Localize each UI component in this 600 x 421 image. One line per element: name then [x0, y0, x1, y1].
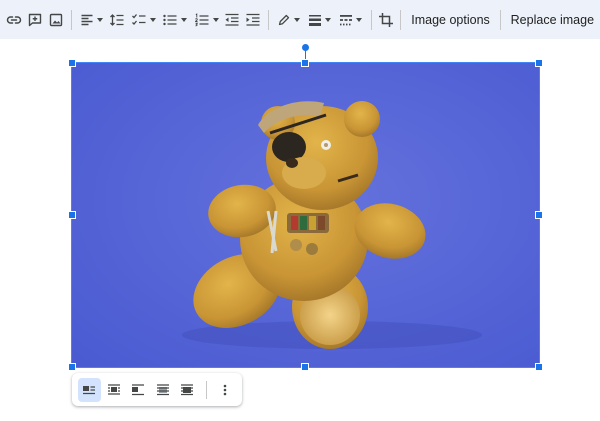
- toolbar-divider: [400, 9, 402, 30]
- behind-text-button[interactable]: [152, 378, 175, 402]
- toolbar-divider: [70, 9, 72, 30]
- insert-image-icon: [50, 13, 63, 26]
- crop-button[interactable]: [375, 6, 396, 34]
- crop-icon: [378, 12, 393, 27]
- resize-handle-bottom-left[interactable]: [68, 363, 76, 371]
- wrap-text-icon: [107, 383, 120, 395]
- toolbar-divider: [370, 9, 372, 30]
- wrap-toolbar-divider: [205, 380, 207, 399]
- border-weight-button[interactable]: [304, 6, 335, 34]
- line-spacing-icon: [110, 13, 124, 26]
- chevron-down-icon: [356, 17, 363, 22]
- bulleted-list-icon: [163, 14, 177, 25]
- resize-handle-bottom-right[interactable]: [535, 363, 543, 371]
- chevron-down-icon: [212, 17, 219, 22]
- image-toolbar: Image options Replace image: [0, 0, 600, 39]
- resize-handle-middle-right[interactable]: [535, 211, 543, 219]
- border-dash-icon: [340, 14, 353, 25]
- align-button[interactable]: [76, 6, 107, 34]
- increase-indent-icon: [246, 13, 260, 26]
- chevron-down-icon: [96, 17, 103, 22]
- break-text-icon: [132, 383, 145, 395]
- decrease-indent-icon: [225, 13, 239, 26]
- more-options-button[interactable]: [214, 378, 237, 402]
- chevron-down-icon: [293, 17, 300, 22]
- decrease-indent-button[interactable]: [222, 6, 243, 34]
- image-wrap-toolbar: [72, 373, 242, 406]
- resize-handle-bottom-center[interactable]: [301, 363, 309, 371]
- link-icon: [7, 15, 22, 24]
- numbered-list-icon: [194, 12, 209, 26]
- resize-handle-top-left[interactable]: [68, 59, 76, 67]
- insert-image-button[interactable]: [46, 6, 67, 34]
- teddy-bear-photo: [72, 63, 539, 367]
- checklist-icon: [132, 13, 146, 25]
- resize-handle-top-center[interactable]: [301, 59, 309, 67]
- align-left-icon: [81, 14, 93, 25]
- chevron-down-icon: [325, 17, 332, 22]
- in-front-of-text-icon: [181, 383, 194, 395]
- border-color-button[interactable]: [273, 6, 304, 34]
- resize-handle-top-right[interactable]: [535, 59, 543, 67]
- border-weight-icon: [309, 14, 322, 26]
- in-front-of-text-button[interactable]: [176, 378, 199, 402]
- toolbar-divider: [499, 9, 501, 30]
- behind-text-icon: [156, 383, 169, 395]
- link-button[interactable]: [4, 6, 25, 34]
- numbered-list-button[interactable]: [191, 6, 222, 34]
- image-options-button[interactable]: Image options: [405, 6, 496, 34]
- selected-image[interactable]: [71, 62, 540, 368]
- add-comment-icon: [29, 13, 42, 26]
- chevron-down-icon: [150, 17, 157, 22]
- border-color-icon: [278, 14, 289, 25]
- replace-image-button[interactable]: Replace image: [505, 6, 600, 34]
- toolbar-divider: [267, 9, 269, 30]
- bulleted-list-button[interactable]: [159, 6, 190, 34]
- line-spacing-button[interactable]: [107, 6, 128, 34]
- resize-handle-middle-left[interactable]: [68, 211, 76, 219]
- border-dash-button[interactable]: [335, 6, 366, 34]
- rotation-handle[interactable]: [302, 44, 309, 51]
- checklist-button[interactable]: [128, 6, 159, 34]
- increase-indent-button[interactable]: [243, 6, 264, 34]
- more-options-icon: [223, 384, 227, 395]
- wrap-inline-button[interactable]: [78, 377, 101, 402]
- wrap-text-button[interactable]: [103, 378, 126, 402]
- wrap-inline-icon: [83, 385, 96, 394]
- chevron-down-icon: [181, 17, 188, 22]
- add-comment-button[interactable]: [25, 6, 46, 34]
- break-text-button[interactable]: [127, 378, 150, 402]
